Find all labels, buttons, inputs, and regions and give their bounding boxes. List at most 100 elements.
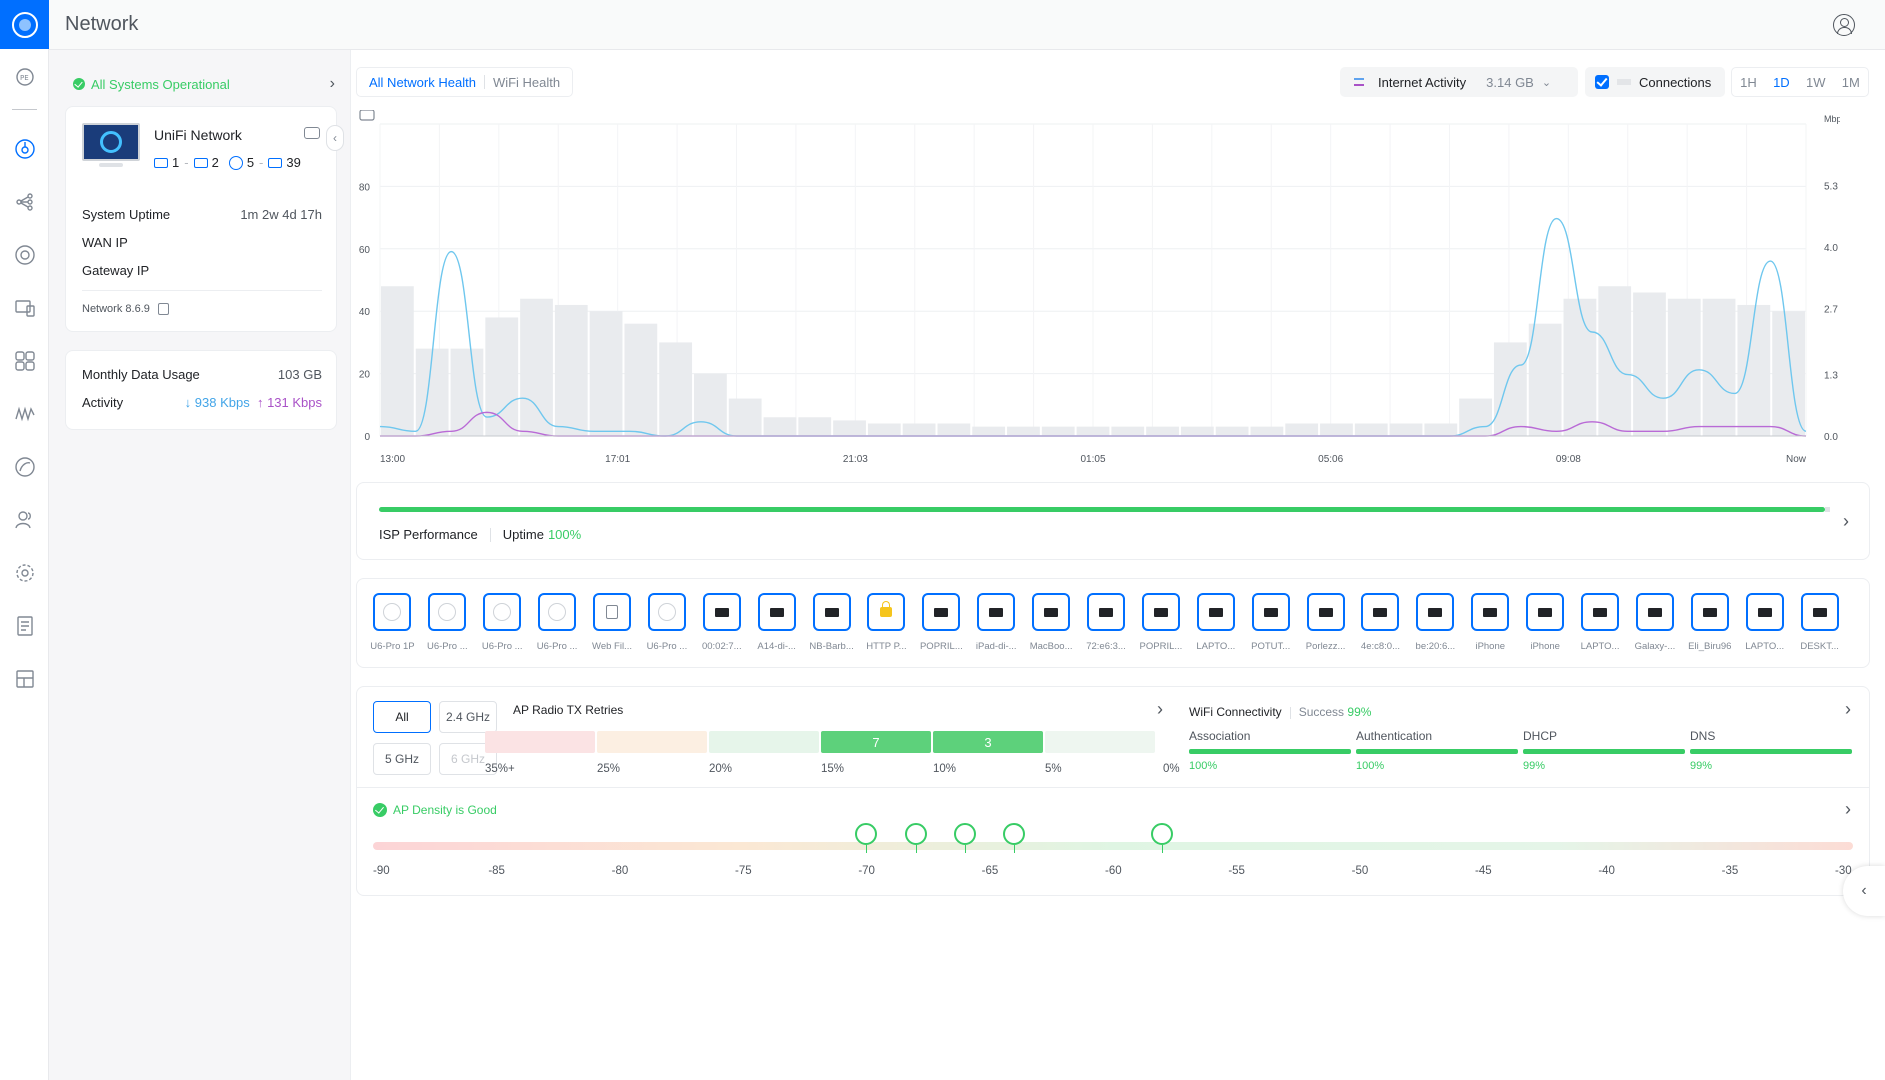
camera-icon[interactable]	[304, 127, 320, 139]
range-1h[interactable]: 1H	[1740, 75, 1757, 90]
retry-bucket[interactable]	[709, 731, 819, 753]
ap-density-status: AP Density is Good	[373, 803, 497, 817]
stage-label: DHCP	[1523, 729, 1558, 743]
connections-label: Connections	[1639, 74, 1712, 90]
chevron-right-icon[interactable]: ›	[1843, 511, 1849, 532]
device-item[interactable]: U6-Pro ...	[420, 593, 475, 652]
device-icon-box	[1251, 593, 1290, 631]
connections-checkbox[interactable]	[1595, 75, 1609, 89]
stage-bar	[1523, 749, 1685, 754]
chevron-right-icon[interactable]: ›	[1845, 799, 1851, 820]
device-item[interactable]: DESKT...	[1792, 593, 1847, 652]
device-item[interactable]: 00:02:7...	[694, 593, 749, 652]
retry-bucket[interactable]	[1045, 731, 1155, 753]
device-item[interactable]: NB-Barb...	[804, 593, 859, 652]
ap-signal-marker[interactable]	[954, 823, 976, 853]
network-activity-chart[interactable]: 0 20 40 60 80 0.0 1.3 2.7 4.0 5.3 Mbps 13:00 17:01 21…	[356, 110, 1840, 470]
version-row[interactable]: Network 8.6.9	[82, 303, 169, 315]
connections-toggle[interactable]: Connections	[1585, 67, 1725, 97]
device-icon-box	[1526, 593, 1565, 631]
check-icon	[373, 803, 387, 817]
uptime-label: System Uptime	[82, 207, 171, 222]
topology-icon[interactable]	[12, 189, 37, 214]
connections-bar	[763, 417, 797, 436]
device-item[interactable]: U6-Pro ...	[639, 593, 694, 652]
band-all[interactable]: All	[373, 701, 431, 733]
device-item[interactable]: U6-Pro ...	[530, 593, 585, 652]
rssi-tick-label: -70	[858, 865, 875, 877]
ap-signal-marker[interactable]	[904, 823, 927, 853]
expand-side-panel-button[interactable]: ‹	[1843, 866, 1885, 916]
device-item[interactable]: LAPTO...	[1188, 593, 1243, 652]
device-item[interactable]: U6-Pro 1P	[365, 593, 420, 652]
reports-icon[interactable]	[12, 666, 37, 691]
device-item[interactable]: iPhone	[1463, 593, 1518, 652]
range-1w[interactable]: 1W	[1806, 75, 1826, 90]
device-label: MacBoo...	[1029, 641, 1073, 652]
device-item[interactable]: POPRIL...	[1133, 593, 1188, 652]
device-item[interactable]: U6-Pro ...	[475, 593, 530, 652]
retry-bucket[interactable]	[597, 731, 707, 753]
system-status[interactable]: All Systems Operational ›	[73, 74, 335, 94]
band-2-4ghz[interactable]: 2.4 GHz	[439, 701, 497, 733]
tab-all-network-health[interactable]: All Network Health	[365, 75, 480, 90]
device-item[interactable]: POPRIL...	[914, 593, 969, 652]
device-item[interactable]: MacBoo...	[1024, 593, 1079, 652]
connections-bar	[1250, 426, 1284, 436]
device-item[interactable]: Porlezz...	[1298, 593, 1353, 652]
connections-bar	[1111, 426, 1145, 436]
retry-bucket[interactable]: 3	[933, 731, 1043, 753]
monthly-usage-label: Monthly Data Usage	[82, 367, 200, 382]
tab-wifi-health[interactable]: WiFi Health	[489, 75, 564, 90]
unifi-logo[interactable]	[0, 0, 49, 49]
y2-tick-label: 0.0	[1824, 432, 1838, 443]
pe-icon[interactable]: PE	[12, 64, 37, 89]
internet-activity-select[interactable]: Internet Activity 3.14 GB ⌄	[1340, 67, 1578, 97]
collapse-panel-button[interactable]: ‹	[326, 125, 344, 151]
connections-bar	[1772, 311, 1805, 436]
pc-icon	[1318, 607, 1333, 617]
connections-bar	[1633, 292, 1666, 436]
device-item[interactable]: Galaxy-...	[1627, 593, 1682, 652]
dashboard-icon[interactable]	[12, 136, 37, 161]
security-icon[interactable]	[12, 454, 37, 479]
stage-label: Association	[1189, 729, 1251, 743]
retry-bucket[interactable]: 7	[821, 731, 931, 753]
device-item[interactable]: A14-di-...	[749, 593, 804, 652]
device-icon-box	[922, 593, 961, 631]
device-list: U6-Pro 1P U6-Pro ... U6-Pro ... U6-Pro ... W…	[365, 593, 1847, 652]
device-item[interactable]: Web Fil...	[585, 593, 640, 652]
pc-icon	[1044, 607, 1059, 617]
device-item[interactable]: iPad-di-...	[969, 593, 1024, 652]
device-item[interactable]: iPhone	[1518, 593, 1573, 652]
band-5ghz[interactable]: 5 GHz	[373, 743, 431, 775]
settings-icon[interactable]	[12, 560, 37, 585]
unifi-devices-icon[interactable]	[12, 242, 37, 267]
chevron-right-icon[interactable]: ›	[1157, 699, 1163, 720]
client-devices-icon[interactable]	[12, 295, 37, 320]
insights-icon[interactable]	[12, 401, 37, 426]
logs-icon[interactable]	[12, 613, 37, 638]
device-item[interactable]: POTUT...	[1243, 593, 1298, 652]
device-item[interactable]: Eli_Biru96	[1682, 593, 1737, 652]
connections-bar	[659, 342, 693, 436]
ap-icon	[228, 155, 243, 170]
device-item[interactable]: 4e:c8:0...	[1353, 593, 1408, 652]
apps-icon[interactable]	[12, 348, 37, 373]
user-account-icon[interactable]	[1833, 14, 1855, 36]
range-1m[interactable]: 1M	[1842, 75, 1860, 90]
users-icon[interactable]	[12, 507, 37, 532]
device-item[interactable]: LAPTO...	[1573, 593, 1628, 652]
device-item[interactable]: LAPTO...	[1737, 593, 1792, 652]
isp-performance-card[interactable]: ISP Performance Uptime 100% ›	[356, 482, 1870, 560]
range-1d[interactable]: 1D	[1773, 75, 1790, 90]
retry-bucket[interactable]	[485, 731, 595, 753]
device-item[interactable]: 72:e6:3...	[1079, 593, 1134, 652]
chevron-right-icon[interactable]: ›	[1845, 699, 1851, 720]
top-bar: Network	[49, 0, 1885, 50]
gateway-count: 1	[172, 155, 180, 170]
retries-title: AP Radio TX Retries	[513, 703, 624, 717]
device-item[interactable]: HTTP P...	[859, 593, 914, 652]
device-item[interactable]: be:20:6...	[1408, 593, 1463, 652]
device-icon-box	[428, 593, 467, 631]
